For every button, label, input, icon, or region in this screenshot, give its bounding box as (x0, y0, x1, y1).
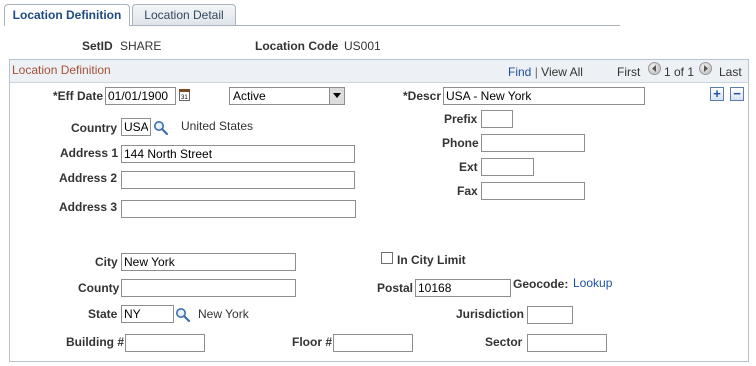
address2-label: Address 2 (59, 171, 118, 185)
building-label: Building # (66, 335, 124, 349)
country-field[interactable] (121, 118, 151, 136)
address3-field[interactable] (121, 200, 356, 218)
magnifier-icon[interactable] (175, 307, 191, 323)
eff-date-field[interactable] (105, 87, 176, 105)
chevron-down-icon[interactable] (329, 88, 344, 104)
grid-nav: Find | View All (508, 65, 583, 79)
prefix-field[interactable] (481, 110, 513, 128)
nav-separator: | (534, 65, 538, 79)
in-city-limit-checkbox[interactable] (381, 252, 393, 264)
prefix-label: Prefix (444, 112, 478, 126)
first-label: First (617, 65, 641, 79)
minus-icon[interactable]: − (730, 87, 744, 101)
status-value: Active (233, 89, 266, 103)
jurisdiction-label: Jurisdiction (456, 307, 525, 321)
country-name: United States (181, 119, 254, 133)
postal-field[interactable] (415, 279, 511, 297)
address1-field[interactable] (121, 145, 355, 163)
pager-text: 1 of 1 (664, 65, 695, 79)
setid-label: SetID (82, 39, 113, 53)
tab-location-definition[interactable]: Location Definition (4, 4, 130, 26)
floor-label: Floor # (292, 335, 333, 349)
tab-location-detail[interactable]: Location Detail (132, 4, 236, 25)
magnifier-icon[interactable] (153, 120, 169, 136)
location-code-label: Location Code (255, 39, 339, 53)
phone-field[interactable] (481, 134, 585, 152)
fax-field[interactable] (481, 182, 585, 200)
floor-field[interactable] (333, 334, 413, 352)
location-code-value: US001 (344, 39, 381, 53)
building-field[interactable] (125, 334, 205, 352)
arrow-left-icon[interactable] (648, 62, 661, 75)
geocode-lookup-link[interactable]: Lookup (573, 276, 612, 290)
plus-icon[interactable]: + (710, 87, 724, 101)
last-label: Last (719, 65, 742, 79)
geocode-label: Geocode: (513, 277, 569, 291)
address1-label: Address 1 (60, 146, 119, 160)
ext-label: Ext (459, 160, 478, 174)
find-link[interactable]: Find (508, 65, 531, 79)
calendar-icon[interactable]: 31 (179, 89, 190, 101)
view-all-link[interactable]: View All (541, 65, 583, 79)
jurisdiction-field[interactable] (527, 306, 573, 324)
svg-text:31: 31 (181, 95, 188, 101)
state-name: New York (198, 307, 249, 321)
descr-field[interactable] (443, 87, 645, 105)
descr-label: *Descr (403, 89, 442, 103)
setid-value: SHARE (120, 39, 162, 53)
panel-title: Location Definition (12, 63, 111, 77)
state-field[interactable] (121, 305, 174, 323)
address2-field[interactable] (121, 171, 355, 189)
address3-label: Address 3 (59, 200, 118, 214)
city-label: City (95, 255, 118, 269)
postal-label: Postal (377, 281, 414, 295)
ext-field[interactable] (481, 158, 534, 176)
city-field[interactable] (121, 253, 296, 271)
arrow-right-icon[interactable] (699, 62, 712, 75)
country-label: Country (71, 121, 117, 135)
sector-field[interactable] (527, 334, 607, 352)
sector-label: Sector (485, 335, 523, 349)
state-label: State (88, 307, 118, 321)
county-label: County (78, 281, 120, 295)
status-select[interactable]: Active (229, 87, 345, 105)
eff-date-label: *Eff Date (53, 89, 104, 103)
phone-label: Phone (442, 136, 479, 150)
county-field[interactable] (121, 279, 296, 297)
fax-label: Fax (457, 184, 478, 198)
in-city-limit-label: In City Limit (397, 253, 466, 267)
